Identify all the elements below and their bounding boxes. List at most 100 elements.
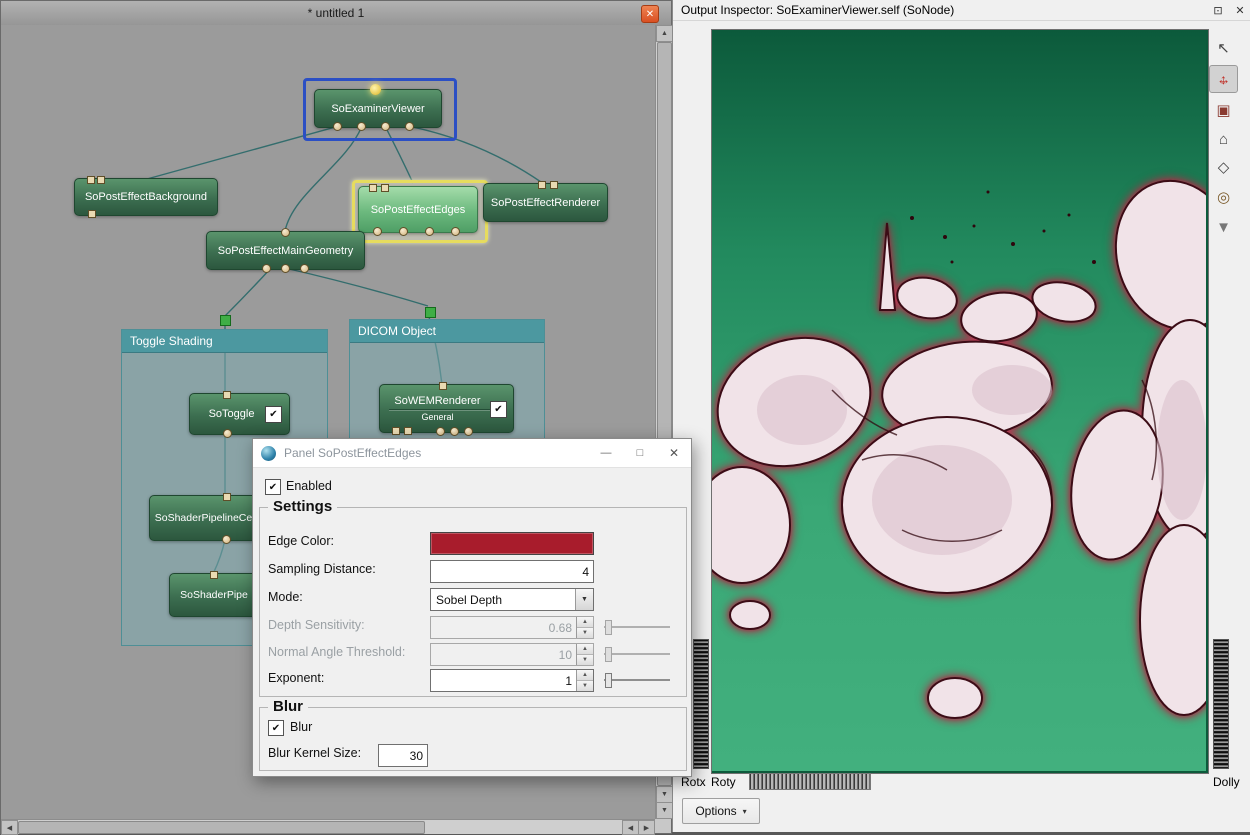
camera-type-button[interactable]: ▼ — [1209, 213, 1238, 241]
check-icon: ✔ — [272, 723, 280, 734]
sampling-distance-label: Sampling Distance: — [268, 562, 376, 576]
undock-button[interactable]: ⊡ — [1207, 0, 1229, 20]
input-connector[interactable] — [550, 181, 558, 189]
output-connector[interactable] — [450, 427, 459, 436]
output-connector[interactable] — [381, 122, 390, 131]
spin-buttons[interactable]: ▲▼ — [576, 670, 593, 691]
slider-handle[interactable] — [605, 673, 612, 688]
output-connector[interactable] — [392, 427, 400, 435]
blur-checkbox[interactable]: ✔ — [268, 720, 284, 736]
output-connector[interactable] — [425, 227, 434, 236]
input-connector[interactable] — [369, 184, 377, 192]
input-connector[interactable] — [97, 176, 105, 184]
node-soposteffectmaingeometry[interactable]: SoPostEffectMainGeometry — [206, 231, 365, 270]
panel-close-button[interactable]: ✕ — [657, 439, 691, 467]
3d-viewport[interactable] — [712, 30, 1206, 771]
group-toggle-shading-title[interactable]: Toggle Shading — [122, 330, 327, 353]
group-input-connector[interactable] — [425, 307, 436, 318]
home-button[interactable]: ⌂ — [1209, 125, 1238, 153]
node-label: SoPostEffectRenderer — [491, 197, 600, 209]
slider-groove — [604, 679, 670, 681]
node-soposteffectedges[interactable]: SoPostEffectEdges — [358, 186, 478, 233]
panel-minimize-button[interactable]: — — [589, 439, 623, 467]
minimize-icon: — — [601, 447, 612, 459]
editor-close-button[interactable]: ✕ — [641, 5, 659, 23]
spin-up-icon: ▲ — [577, 670, 593, 681]
blur-checkbox-label: Blur — [290, 720, 312, 734]
spin-down-icon: ▼ — [577, 681, 593, 691]
input-connector[interactable] — [439, 382, 447, 390]
options-button[interactable]: Options ▾ — [682, 798, 760, 824]
output-connector[interactable] — [357, 122, 366, 131]
output-connector[interactable] — [222, 535, 231, 544]
output-inspector-window: Output Inspector: SoExaminerViewer.self … — [672, 0, 1250, 832]
output-connector[interactable] — [464, 427, 473, 436]
input-connector[interactable] — [223, 493, 231, 501]
output-connector[interactable] — [399, 227, 408, 236]
output-connector[interactable] — [300, 264, 309, 273]
blur-kernel-field[interactable] — [378, 744, 428, 767]
node-soshaderpipeline[interactable]: SoShaderPipelineCe — [149, 495, 258, 541]
output-connector[interactable] — [404, 427, 412, 435]
node-sowemrenderer[interactable]: SoWEMRenderer General ✔ — [379, 384, 514, 433]
scroll-down-button[interactable]: ▼ — [656, 802, 673, 819]
node-soexaminerviewer[interactable]: SoExaminerViewer — [314, 89, 442, 128]
set-home-button[interactable]: ▣ — [1209, 96, 1238, 124]
edge-color-swatch[interactable] — [430, 532, 594, 555]
scroll-left-button[interactable]: ◀ — [1, 820, 18, 835]
seek-button[interactable]: ◎ — [1209, 183, 1238, 211]
dolly-thumbwheel[interactable] — [1213, 639, 1229, 769]
output-connector[interactable] — [405, 122, 414, 131]
exponent-spinbox[interactable]: ▲▼ — [430, 669, 594, 692]
depth-sensitivity-label: Depth Sensitivity: — [268, 618, 365, 632]
output-connector[interactable] — [281, 264, 290, 273]
rotx-thumbwheel[interactable] — [693, 639, 709, 769]
node-soposteffectbackground[interactable]: SoPostEffectBackground — [74, 178, 218, 216]
input-connector[interactable] — [538, 181, 546, 189]
input-connector[interactable] — [281, 228, 290, 237]
node-soposteffectrenderer[interactable]: SoPostEffectRenderer — [483, 183, 608, 222]
node-checkbox[interactable]: ✔ — [265, 406, 282, 423]
inspector-titlebar[interactable]: Output Inspector: SoExaminerViewer.self … — [673, 0, 1250, 21]
scroll-down-button[interactable]: ▼ — [656, 786, 673, 803]
view-mode-button[interactable]: ↔ ↕ — [1209, 65, 1238, 93]
scroll-right-button[interactable]: ▶ — [638, 820, 655, 835]
pick-mode-button[interactable]: ↖ — [1209, 34, 1238, 62]
node-soshaderpipe[interactable]: SoShaderPipe — [169, 573, 259, 617]
inspector-body: ↖ ↔ ↕ ▣ ⌂ ◇ ◎ ▼ Rotx Roty Dolly Options … — [673, 21, 1250, 832]
spin-buttons: ▲▼ — [576, 617, 593, 638]
input-connector[interactable] — [381, 184, 389, 192]
output-connector[interactable] — [436, 427, 445, 436]
panel-titlebar[interactable]: Panel SoPostEffectEdges — □ ✕ — [253, 439, 691, 468]
blur-kernel-input[interactable] — [379, 745, 427, 766]
node-checkbox[interactable]: ✔ — [490, 401, 507, 418]
group-dicom-object-title[interactable]: DICOM Object — [350, 320, 544, 343]
sampling-distance-input[interactable] — [431, 561, 593, 582]
exponent-input[interactable] — [431, 670, 576, 691]
inspector-close-button[interactable]: ✕ — [1229, 0, 1250, 20]
output-connector[interactable] — [223, 429, 232, 438]
node-label: SoPostEffectBackground — [85, 191, 207, 203]
mode-dropdown[interactable]: Sobel Depth ▼ — [430, 588, 594, 611]
scroll-up-button[interactable]: ▲ — [656, 25, 673, 42]
horizontal-scroll-thumb[interactable] — [18, 821, 425, 834]
input-connector[interactable] — [223, 391, 231, 399]
view-all-button[interactable]: ◇ — [1209, 153, 1238, 181]
exponent-slider[interactable] — [604, 672, 670, 688]
output-connector[interactable] — [373, 227, 382, 236]
scroll-left-button[interactable]: ◀ — [622, 820, 639, 835]
node-sotoggle[interactable]: SoToggle ✔ — [189, 393, 290, 435]
roty-thumbwheel[interactable] — [749, 773, 871, 790]
input-connector[interactable] — [87, 176, 95, 184]
normal-angle-input — [431, 644, 576, 665]
output-connector[interactable] — [333, 122, 342, 131]
input-connector[interactable] — [210, 571, 218, 579]
sampling-distance-field[interactable] — [430, 560, 594, 583]
editor-titlebar[interactable]: * untitled 1 — [1, 1, 671, 26]
group-input-connector[interactable] — [220, 315, 231, 326]
output-connector[interactable] — [262, 264, 271, 273]
enabled-checkbox[interactable]: ✔ — [265, 479, 281, 495]
output-connector[interactable] — [88, 210, 96, 218]
output-connector[interactable] — [451, 227, 460, 236]
panel-maximize-button[interactable]: □ — [623, 439, 657, 467]
